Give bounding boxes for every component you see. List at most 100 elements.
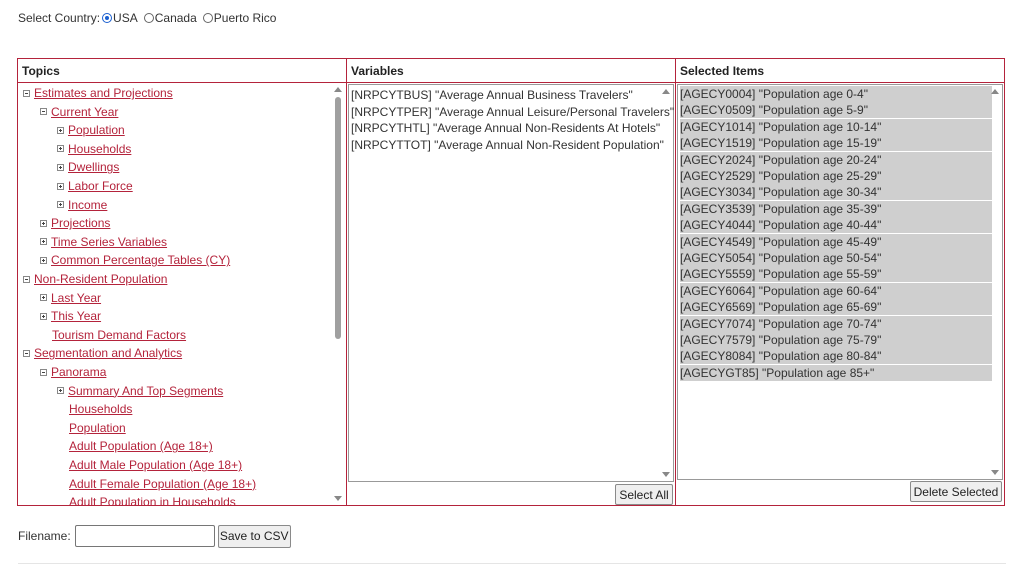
country-option-label[interactable]: USA (113, 11, 138, 25)
selected-item[interactable]: [AGECYGT85] "Population age 85+" (680, 364, 992, 381)
filename-input[interactable] (74, 525, 215, 547)
expand-icon[interactable] (57, 201, 64, 209)
topics-scrollbar[interactable] (332, 83, 344, 505)
topic-node-tourism-demand-factors[interactable]: Tourism Demand Factors (52, 326, 186, 344)
selected-item[interactable]: [AGECY2529] "Population age 25-29" (680, 168, 992, 184)
topic-node-summary-and-top-segments[interactable]: Summary And Top Segments (57, 382, 223, 400)
selected-item[interactable]: [AGECY4549] "Population age 45-49" (680, 233, 992, 250)
expand-icon[interactable] (40, 238, 47, 246)
selected-item[interactable]: [AGECY0509] "Population age 5-9" (680, 102, 992, 119)
topic-link[interactable]: Summary And Top Segments (68, 384, 223, 398)
expand-icon[interactable] (40, 294, 47, 302)
country-option-usa[interactable]: USA (102, 11, 138, 25)
topic-node-segmentation-and-analytics[interactable]: Segmentation and Analytics (23, 344, 182, 362)
topic-link[interactable]: Last Year (51, 291, 101, 305)
scroll-up-arrow-icon[interactable] (662, 89, 670, 94)
scroll-up-arrow-icon[interactable] (991, 89, 999, 94)
scroll-down-arrow-icon[interactable] (662, 472, 670, 477)
topic-node-common-percentage-tables-cy[interactable]: Common Percentage Tables (CY) (40, 251, 230, 269)
topic-node-this-year[interactable]: This Year (40, 307, 101, 325)
topic-node-population[interactable]: Population (69, 419, 126, 437)
topic-node-time-series-variables[interactable]: Time Series Variables (40, 233, 167, 251)
expand-icon[interactable] (57, 126, 64, 134)
radio-canada[interactable] (143, 13, 154, 23)
scroll-thumb[interactable] (335, 97, 341, 339)
expand-icon[interactable] (57, 387, 64, 395)
topic-link[interactable]: Income (68, 198, 107, 212)
scroll-down-arrow-icon[interactable] (334, 496, 342, 501)
topic-node-estimates-and-projections[interactable]: Estimates and Projections (23, 84, 173, 102)
topic-node-labor-force[interactable]: Labor Force (57, 177, 133, 195)
topic-link[interactable]: Adult Male Population (Age 18+) (69, 458, 242, 472)
selected-item[interactable]: [AGECY4044] "Population age 40-44" (680, 217, 992, 234)
collapse-icon[interactable] (23, 275, 30, 283)
country-option-puerto-rico[interactable]: Puerto Rico (202, 11, 277, 25)
topic-node-last-year[interactable]: Last Year (40, 289, 101, 307)
country-option-label[interactable]: Puerto Rico (214, 11, 277, 25)
topic-link[interactable]: Tourism Demand Factors (52, 328, 186, 342)
selected-item[interactable]: [AGECY5054] "Population age 50-54" (680, 250, 992, 266)
topic-link[interactable]: Adult Population in Households (69, 495, 236, 505)
topic-link[interactable]: Adult Female Population (Age 18+) (69, 477, 256, 491)
selected-item[interactable]: [AGECY7074] "Population age 70-74" (680, 315, 992, 332)
selected-item[interactable]: [AGECY1519] "Population age 15-19" (680, 135, 992, 152)
collapse-icon[interactable] (23, 89, 30, 97)
topic-link[interactable]: Segmentation and Analytics (34, 346, 182, 360)
expand-icon[interactable] (57, 163, 64, 171)
topic-link[interactable]: Dwellings (68, 160, 119, 174)
collapse-icon[interactable] (23, 349, 30, 357)
topic-link[interactable]: Population (68, 123, 125, 137)
expand-icon[interactable] (40, 312, 47, 320)
variable-item[interactable]: [NRPCYTHTL] "Average Annual Non-Resident… (351, 120, 660, 136)
topic-node-households[interactable]: Households (57, 140, 131, 158)
variable-item[interactable]: [NRPCYTTOT] "Average Annual Non-Resident… (351, 137, 664, 153)
topic-node-adult-female-population-age-18[interactable]: Adult Female Population (Age 18+) (69, 475, 256, 493)
topic-node-adult-population-in-households[interactable]: Adult Population in Households (69, 493, 236, 505)
topic-link[interactable]: Non-Resident Population (34, 272, 167, 286)
topic-link[interactable]: This Year (51, 309, 101, 323)
variable-item[interactable]: [NRPCYTBUS] "Average Annual Business Tra… (351, 87, 633, 103)
select-all-button[interactable]: Select All (615, 484, 673, 505)
topic-node-households[interactable]: Households (69, 400, 132, 418)
selected-items-listbox[interactable]: [AGECY0004] "Population age 0-4" [AGECY05… (677, 84, 1003, 480)
topic-link[interactable]: Labor Force (68, 179, 133, 193)
country-option-canada[interactable]: Canada (143, 11, 197, 25)
topic-node-current-year[interactable]: Current Year (40, 103, 118, 121)
variables-scrollbar[interactable] (660, 85, 672, 481)
topic-link[interactable]: Households (68, 142, 131, 156)
topic-link[interactable]: Population (69, 421, 126, 435)
topic-node-adult-male-population-age-18[interactable]: Adult Male Population (Age 18+) (69, 456, 242, 474)
country-option-label[interactable]: Canada (155, 11, 197, 25)
expand-icon[interactable] (57, 145, 64, 153)
topic-node-dwellings[interactable]: Dwellings (57, 158, 119, 176)
selected-item[interactable]: [AGECY0004] "Population age 0-4" (680, 86, 992, 102)
expand-icon[interactable] (40, 219, 47, 227)
topic-node-non-resident-population[interactable]: Non-Resident Population (23, 270, 167, 288)
topic-node-panorama[interactable]: Panorama (40, 363, 106, 381)
topic-link[interactable]: Panorama (51, 365, 106, 379)
selected-item[interactable]: [AGECY3034] "Population age 30-34" (680, 184, 992, 201)
collapse-icon[interactable] (40, 108, 47, 116)
topic-node-projections[interactable]: Projections (40, 214, 110, 232)
radio-puerto-rico[interactable] (202, 13, 213, 23)
selected-item[interactable]: [AGECY1014] "Population age 10-14" (680, 118, 992, 135)
expand-icon[interactable] (57, 182, 64, 190)
topic-link[interactable]: Estimates and Projections (34, 86, 173, 100)
topic-link[interactable]: Common Percentage Tables (CY) (51, 253, 230, 267)
selected-item[interactable]: [AGECY2024] "Population age 20-24" (680, 151, 992, 168)
expand-icon[interactable] (40, 256, 47, 264)
topic-link[interactable]: Households (69, 402, 132, 416)
scroll-up-arrow-icon[interactable] (334, 87, 342, 92)
topic-link[interactable]: Projections (51, 216, 110, 230)
topic-link[interactable]: Time Series Variables (51, 235, 167, 249)
radio-usa[interactable] (102, 13, 113, 23)
topic-node-adult-population-age-18[interactable]: Adult Population (Age 18+) (69, 437, 213, 455)
delete-selected-button[interactable]: Delete Selected (910, 481, 1002, 502)
selected-item[interactable]: [AGECY8084] "Population age 80-84" (680, 348, 992, 365)
topic-node-income[interactable]: Income (57, 196, 107, 214)
topic-node-population[interactable]: Population (57, 121, 125, 139)
selected-item[interactable]: [AGECY7579] "Population age 75-79" (680, 332, 992, 348)
selected-items-scrollbar[interactable] (989, 85, 1001, 479)
collapse-icon[interactable] (40, 368, 47, 376)
variables-listbox[interactable]: [NRPCYTBUS] "Average Annual Business Tra… (348, 84, 674, 482)
